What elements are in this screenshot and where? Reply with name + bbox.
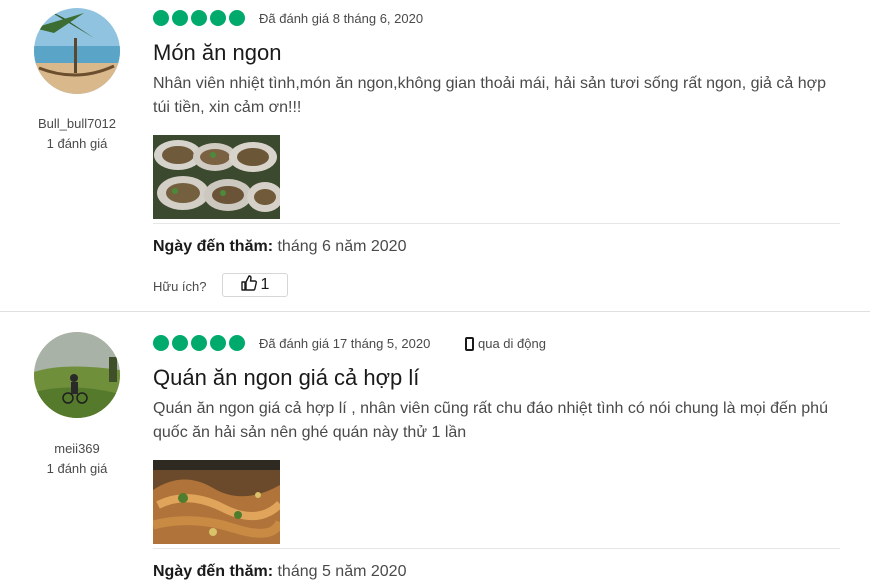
visit-date: Ngày đến thăm: tháng 5 năm 2020	[153, 563, 406, 581]
visit-date-label: Ngày đến thăm:	[153, 563, 274, 580]
helpful-count: 1	[260, 276, 270, 293]
rating-bubble	[172, 10, 188, 26]
visit-date-label: Ngày đến thăm:	[153, 238, 274, 255]
review-photo[interactable]	[153, 135, 280, 219]
rating-bubble	[229, 10, 245, 26]
review-body: Nhân viên nhiệt tình,món ăn ngon,không g…	[153, 75, 827, 116]
divider	[153, 548, 840, 549]
rating-bubbles	[153, 335, 245, 351]
review-body: Quán ăn ngon giá cả hợp lí , nhân viên c…	[153, 400, 828, 441]
review-date: Đã đánh giá 17 tháng 5, 2020	[259, 336, 431, 351]
contribution-count: 1 đánh giá	[46, 461, 108, 476]
review-title[interactable]: Quán ăn ngon giá cả hợp lí	[153, 365, 419, 391]
mobile-phone-icon	[465, 336, 474, 351]
username[interactable]: meii369	[0, 441, 154, 456]
review-photo[interactable]	[153, 460, 280, 544]
visit-date-value: tháng 6 năm 2020	[277, 238, 407, 255]
device-label: qua di động	[478, 336, 546, 351]
mobile-badge: qua di động	[465, 336, 546, 351]
rating-bubble	[210, 335, 226, 351]
review-card: Bull_bull7012 1 đánh giá Đã đánh giá 8 t…	[0, 0, 870, 311]
username[interactable]: Bull_bull7012	[0, 116, 154, 131]
helpful-vote-button[interactable]: 1	[222, 273, 288, 297]
rating-bubble	[210, 10, 226, 26]
avatar[interactable]	[34, 332, 120, 418]
helpful-label: Hữu ích?	[153, 279, 207, 294]
rating-bubble	[153, 335, 169, 351]
contribution-count: 1 đánh giá	[46, 136, 108, 151]
rating-bubbles	[153, 10, 245, 26]
divider	[153, 223, 840, 224]
review-title[interactable]: Món ăn ngon	[153, 40, 281, 66]
visit-date: Ngày đến thăm: tháng 6 năm 2020	[153, 238, 406, 256]
rating-bubble	[229, 335, 245, 351]
rating-bubble	[191, 10, 207, 26]
review-date: Đã đánh giá 8 tháng 6, 2020	[259, 11, 424, 26]
avatar[interactable]	[34, 8, 120, 94]
rating-bubble	[172, 335, 188, 351]
thumbs-up-icon	[240, 274, 257, 296]
review-card: meii369 1 đánh giá Đã đánh giá 17 tháng …	[0, 312, 870, 585]
rating-bubble	[153, 10, 169, 26]
rating-bubble	[191, 335, 207, 351]
visit-date-value: tháng 5 năm 2020	[277, 563, 407, 580]
